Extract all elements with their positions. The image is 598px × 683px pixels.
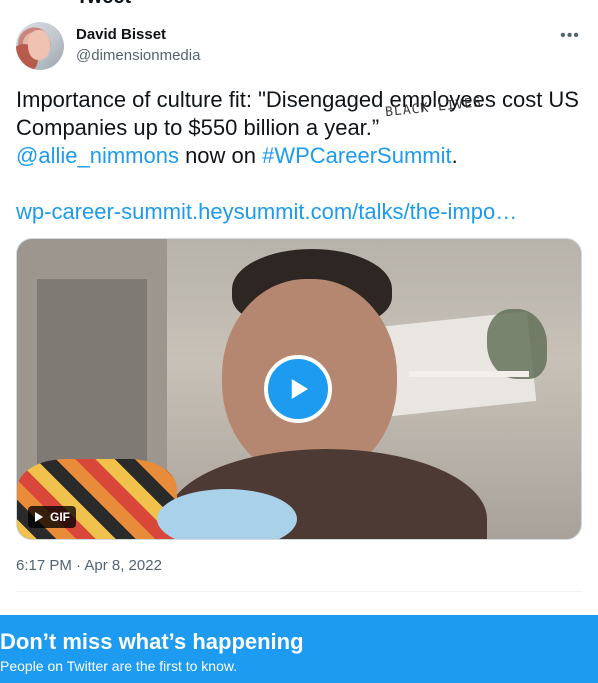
mention-link[interactable]: @allie_nimmons [16, 143, 179, 168]
tweet-text: Importance of culture fit: "Disengaged e… [16, 86, 582, 170]
tweet-text-mid: now on [178, 143, 263, 168]
gif-badge[interactable]: GIF [28, 506, 76, 528]
gif-label: GIF [50, 510, 70, 524]
tweet-text-main: Importance of culture fit: "Disengaged e… [16, 87, 579, 140]
more-horizontal-icon: ••• [560, 27, 580, 44]
author-name[interactable]: David Bisset [76, 26, 166, 43]
media-plant [487, 309, 547, 379]
more-options-button[interactable]: ••• [558, 24, 582, 48]
play-icon [291, 379, 308, 399]
tweet-text-end: . [451, 143, 458, 168]
play-small-icon [35, 512, 43, 522]
signup-banner: Don’t miss what’s happening People on Tw… [0, 615, 598, 683]
media-mask [157, 489, 297, 539]
tweet-page: Tweet David Bisset @dimensionmedia ••• I… [0, 0, 598, 683]
author-handle[interactable]: @dimensionmedia [76, 47, 200, 64]
header-stub: Tweet [76, 0, 131, 9]
banner-subtitle: People on Twitter are the first to know. [0, 658, 238, 674]
divider [16, 591, 582, 592]
play-button[interactable] [264, 355, 332, 423]
media-shelf [409, 371, 529, 377]
avatar[interactable] [16, 22, 64, 70]
tweet-timestamp[interactable]: 6:17 PM · Apr 8, 2022 [16, 557, 162, 574]
author-row: David Bisset @dimensionmedia ••• [16, 22, 582, 72]
avatar-face [28, 30, 50, 60]
hashtag-link[interactable]: #WPCareerSummit [262, 143, 451, 168]
url-link[interactable]: wp-career-summit.heysummit.com/talks/the… [16, 198, 582, 226]
banner-title: Don’t miss what’s happening [0, 629, 304, 654]
